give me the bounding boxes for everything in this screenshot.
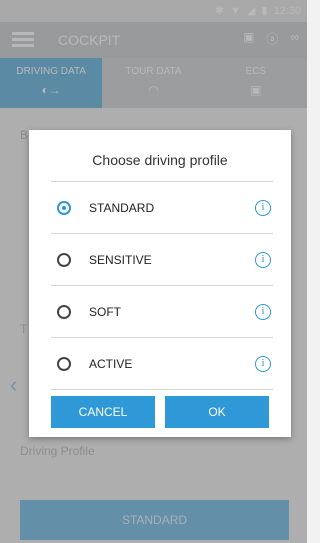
option-label: STANDARD: [89, 200, 155, 215]
option-active[interactable]: ACTIVE i: [51, 337, 273, 390]
info-icon[interactable]: i: [255, 355, 271, 372]
driving-profile-dialog: Choose driving profile STANDARD i SENSIT…: [29, 130, 291, 437]
radio-unchecked-icon[interactable]: [57, 304, 71, 319]
ok-button[interactable]: OK: [165, 396, 269, 428]
info-icon[interactable]: i: [255, 199, 271, 216]
option-label: ACTIVE: [89, 356, 133, 371]
radio-unchecked-icon[interactable]: [57, 252, 71, 267]
radio-checked-icon[interactable]: [57, 200, 71, 215]
info-icon[interactable]: i: [255, 303, 271, 320]
option-standard[interactable]: STANDARD i: [51, 181, 273, 233]
option-label: SENSITIVE: [89, 252, 152, 267]
radio-unchecked-icon[interactable]: [57, 356, 71, 371]
option-label: SOFT: [89, 304, 121, 319]
dialog-title: Choose driving profile: [92, 152, 228, 168]
info-icon[interactable]: i: [255, 251, 271, 268]
profile-options: STANDARD i SENSITIVE i SOFT i ACTIVE i: [51, 181, 273, 390]
option-sensitive[interactable]: SENSITIVE i: [51, 233, 273, 285]
cancel-button[interactable]: CANCEL: [51, 396, 155, 428]
option-soft[interactable]: SOFT i: [51, 285, 273, 337]
